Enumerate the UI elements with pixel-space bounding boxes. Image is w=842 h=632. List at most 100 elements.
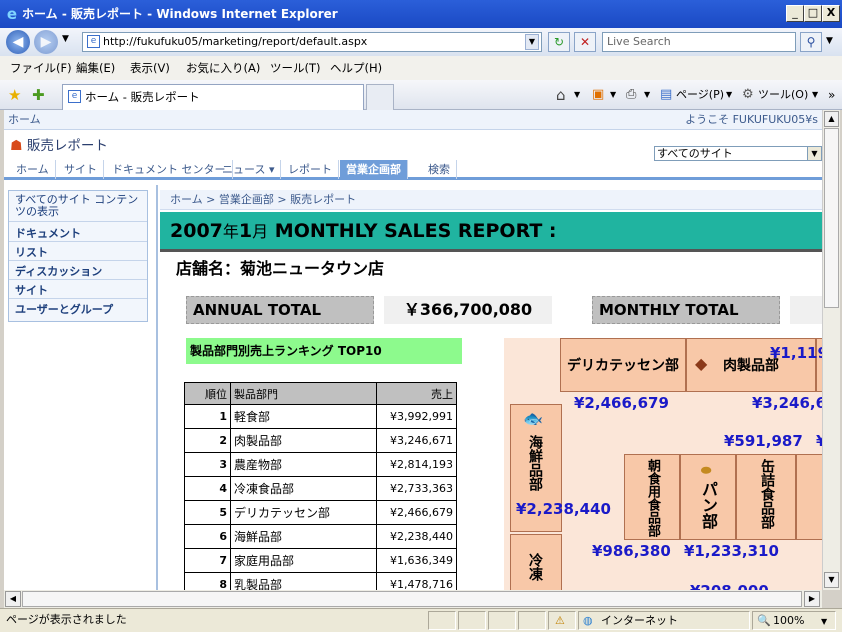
col-rank: 順位 xyxy=(184,382,231,405)
horizontal-scrollbar[interactable]: ◀ ▶ xyxy=(4,590,822,608)
store-floor-map: デリカテッセン部 ◆ 肉製品部 🐟 海鮮品部 冷凍 朝食用食品部 ⬬ パン部 缶… xyxy=(504,338,822,590)
minimize-button[interactable]: _ xyxy=(786,5,804,22)
address-input[interactable]: e http://fukufuku05/marketing/report/def… xyxy=(82,32,542,52)
sales-cell: ¥2,733,363 xyxy=(376,476,457,501)
zoom-control[interactable]: 🔍 100% ▼ xyxy=(752,611,836,630)
people-icon: ☗ xyxy=(10,138,23,154)
tab-home-sales-report[interactable]: e ホーム - 販売レポート xyxy=(62,84,364,110)
dept-cell: 肉製品部 xyxy=(230,428,377,453)
table-row: 1 軽食部 ¥3,992,991 xyxy=(184,404,457,429)
scroll-up-icon[interactable]: ▲ xyxy=(824,111,839,127)
scroll-left-icon[interactable]: ◀ xyxy=(5,591,21,607)
search-options-icon[interactable]: ▼ xyxy=(826,36,833,46)
quick-users-groups[interactable]: ユーザーとグループ xyxy=(15,301,113,317)
maximize-button[interactable]: □ xyxy=(804,5,822,22)
divider xyxy=(156,185,158,590)
search-scope-select[interactable]: すべてのサイト ▼ xyxy=(654,146,822,161)
rank-cell: 3 xyxy=(184,452,231,477)
page-menu[interactable]: ページ(P) xyxy=(676,84,724,106)
nav-document-center[interactable]: ドキュメント センター xyxy=(106,160,233,179)
nav-site[interactable]: サイト xyxy=(58,160,104,179)
breadcrumb[interactable]: ホーム > 営業企画部 > 販売レポート xyxy=(160,190,822,210)
menu-view[interactable]: 表示(V) xyxy=(130,56,170,80)
map-value-591: ¥591,987 xyxy=(724,432,803,450)
welcome-menu[interactable]: ようこそ FUKUFUKU05¥s xyxy=(685,110,818,130)
map-deli-label: デリカテッセン部 xyxy=(567,358,679,374)
favorites-star-icon[interactable]: ★ xyxy=(8,86,21,104)
map-value-bottom: ¥208,000 xyxy=(690,582,769,590)
address-dropdown-icon[interactable]: ▼ xyxy=(525,34,539,50)
quick-documents[interactable]: ドキュメント xyxy=(15,225,81,241)
zoom-dropdown-icon[interactable]: ▼ xyxy=(821,611,827,632)
search-scope-value: すべてのサイト xyxy=(657,147,733,160)
horizontal-scroll-thumb[interactable] xyxy=(22,591,802,607)
nav-sales-planning[interactable]: 営業企画部 xyxy=(340,160,408,179)
report-year: 2007 xyxy=(170,220,223,242)
tools-menu[interactable]: ツール(O) xyxy=(758,84,808,106)
zoom-level: 100% xyxy=(773,614,805,627)
window-title: ホーム - 販売レポート - Windows Internet Explorer xyxy=(22,7,338,21)
menu-file[interactable]: ファイル(F) xyxy=(10,56,72,80)
map-deli-tile: デリカテッセン部 xyxy=(560,338,686,392)
forward-icon[interactable]: ▶ xyxy=(34,30,58,54)
nav-search[interactable]: 検索 xyxy=(422,160,457,179)
feeds-icon[interactable]: ▣ xyxy=(592,84,604,106)
ranking-title: 製品部門別売上ランキング TOP10 xyxy=(186,338,462,364)
tools-dropdown-icon[interactable]: ▼ xyxy=(812,84,818,106)
vertical-scrollbar[interactable]: ▲ ▼ xyxy=(822,110,840,590)
dept-cell: 乳製品部 xyxy=(230,572,377,590)
print-dropdown-icon[interactable]: ▼ xyxy=(644,84,650,106)
rank-cell: 2 xyxy=(184,428,231,453)
page-menu-icon[interactable]: ▤ xyxy=(660,84,672,106)
ranking-table: 順位 製品部門 売上 1 軽食部 ¥3,992,991 2 肉製品部 ¥3,246,671… xyxy=(184,382,457,590)
quick-lists[interactable]: リスト xyxy=(15,244,48,260)
map-breakfast-label: 朝食用食品部 xyxy=(645,459,660,537)
map-canned-tile: 缶詰食品部 xyxy=(736,454,796,540)
refresh-icon[interactable]: ↻ xyxy=(548,32,570,52)
nav-home[interactable]: ホーム xyxy=(10,160,56,179)
quick-all-content[interactable]: すべてのサイト コンテンツの表示 xyxy=(15,194,141,218)
dept-cell: デリカテッセン部 xyxy=(230,500,377,525)
home-dropdown-icon[interactable]: ▼ xyxy=(574,84,580,106)
print-icon[interactable]: ⎙ xyxy=(626,84,636,106)
scroll-right-icon[interactable]: ▶ xyxy=(804,591,820,607)
sales-cell: ¥3,992,991 xyxy=(376,404,457,429)
fish-icon: 🐟 xyxy=(523,409,543,428)
back-icon[interactable]: ◀ xyxy=(6,30,30,54)
quick-sites[interactable]: サイト xyxy=(15,282,48,298)
menu-tools[interactable]: ツール(T) xyxy=(270,56,321,80)
table-row: 2 肉製品部 ¥3,246,671 xyxy=(184,428,457,453)
search-input[interactable]: Live Search xyxy=(602,32,796,52)
monthly-total-label: MONTHLY TOTAL xyxy=(592,296,780,324)
vertical-scroll-thumb[interactable] xyxy=(824,128,839,308)
top-home-link[interactable]: ホーム xyxy=(8,110,41,130)
history-dropdown-icon[interactable]: ▼ xyxy=(62,34,69,44)
bread-icon: ⬬ xyxy=(701,463,712,477)
close-button[interactable]: X xyxy=(822,5,840,22)
map-value-deli: ¥2,466,679 xyxy=(574,394,669,412)
scope-dropdown-icon[interactable]: ▼ xyxy=(807,147,821,160)
add-favorite-icon[interactable]: ✚ xyxy=(32,86,45,104)
internet-zone-icon: ◍ xyxy=(583,614,593,627)
status-text: ページが表示されました xyxy=(6,613,127,626)
quick-launch: すべてのサイト コンテンツの表示 ドキュメント リスト ディスカッション サイト… xyxy=(8,190,148,322)
quick-discussions[interactable]: ディスカッション xyxy=(15,263,102,279)
zone-label: インターネット xyxy=(601,614,678,627)
search-icon[interactable]: ⚲ xyxy=(800,32,822,52)
home-icon[interactable]: ⌂ xyxy=(556,84,566,106)
feeds-dropdown-icon[interactable]: ▼ xyxy=(610,84,616,106)
scroll-down-icon[interactable]: ▼ xyxy=(824,572,839,588)
menu-edit[interactable]: 編集(E) xyxy=(76,56,115,80)
sharepoint-top-bar: ホーム ようこそ FUKUFUKU05¥s xyxy=(4,110,822,130)
page-dropdown-icon[interactable]: ▼ xyxy=(726,84,732,106)
chevron-right-icon[interactable]: » xyxy=(828,84,835,106)
menu-favorites[interactable]: お気に入り(A) xyxy=(186,56,260,80)
nav-news[interactable]: ニュース ▾ xyxy=(216,160,282,179)
new-tab-button[interactable] xyxy=(366,84,394,110)
rank-cell: 7 xyxy=(184,548,231,573)
nav-report[interactable]: レポート xyxy=(282,160,339,179)
stop-icon[interactable]: ✕ xyxy=(574,32,596,52)
site-title-text[interactable]: 販売レポート xyxy=(27,138,108,154)
menu-help[interactable]: ヘルプ(H) xyxy=(330,56,382,80)
tools-gear-icon[interactable]: ⚙ xyxy=(742,84,754,106)
